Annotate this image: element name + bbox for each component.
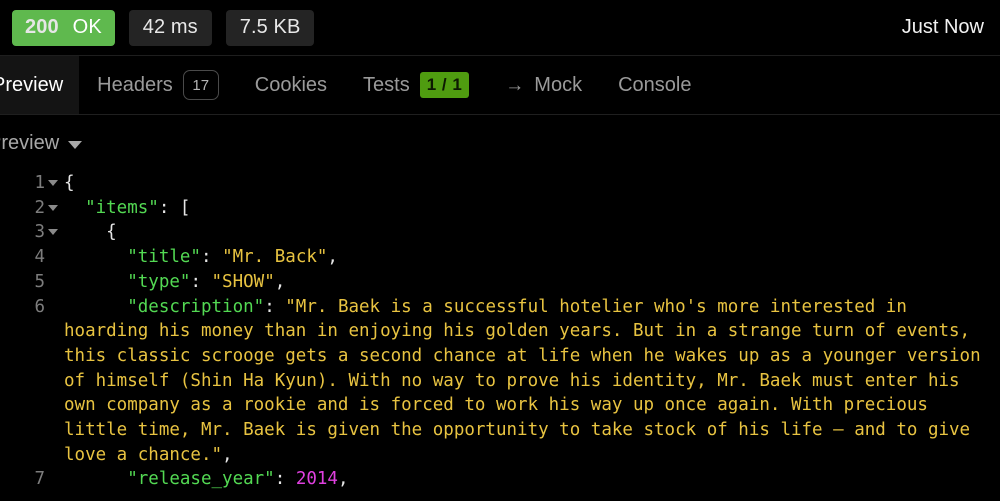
line-number-value: 5 [34,271,45,292]
json-preview-body[interactable]: 1{2 "items": [3 {4 "title": "Mr. Back", 5… [0,171,1000,501]
tab-tests-label: Tests [363,73,410,96]
tab-headers-label: Headers [97,73,173,96]
line-number-value: 6 [34,296,45,317]
tab-headers[interactable]: Headers 17 [79,56,237,114]
preview-mode-label: Preview [0,131,60,154]
code-line-content: "release_year": 2014, [64,467,1000,492]
line-number: 5 [0,270,64,295]
response-timestamp: Just Now [901,16,984,38]
code-token: "title" [127,247,201,268]
tab-preview-label: Preview [0,73,64,96]
tab-cookies-label: Cookies [254,73,328,96]
headers-count-badge: 17 [182,70,219,100]
code-line: 7 "release_year": 2014, [0,467,1000,492]
code-token: : [190,271,212,292]
tab-cookies[interactable]: Cookies [237,56,345,114]
code-token: , [337,469,349,490]
code-token: "Mr. Baek is a successful hotelier who's… [64,296,992,465]
tests-passed-badge: 1 / 1 [419,72,470,98]
tab-mock-label: Mock [534,73,583,96]
code-token: "description" [127,296,265,317]
response-size-badge: 7.5 KB [225,9,315,46]
status-code-text: OK [72,16,102,38]
response-status-bar: 200 OK 42 ms 7.5 KB Just Now [0,0,1000,56]
fold-triangle-icon[interactable] [48,204,58,211]
code-line-content: "items": [ [64,196,1000,221]
code-line: 4 "title": "Mr. Back", [0,245,1000,270]
code-line-content: { [64,171,1000,196]
code-line: 1{ [0,171,1000,196]
tab-tests[interactable]: Tests 1 / 1 [345,56,487,114]
code-token: "release_year" [127,469,275,490]
chevron-down-icon [68,140,83,149]
code-token: { [64,173,75,193]
tab-mock[interactable]: → Mock [487,56,600,114]
code-token: "SHOW" [211,271,275,292]
response-tab-strip: Preview Headers 17 Cookies Tests 1 / 1 →… [0,56,1000,115]
line-number: 7 [0,467,64,492]
status-code-badge: 200 OK [12,9,115,46]
preview-toolbar: Preview [0,115,1000,171]
fold-triangle-icon[interactable] [48,229,58,236]
code-line: 5 "type": "SHOW", [0,270,1000,295]
code-token: "items" [85,197,159,218]
code-token: { [106,222,117,243]
code-token: : [200,247,223,268]
line-number-value: 1 [34,173,45,193]
code-token: , [327,247,338,268]
tab-console-label: Console [618,73,692,96]
response-time-badge: 42 ms [128,9,212,46]
code-token: 2014 [295,469,338,490]
line-number-value: 3 [34,222,45,243]
code-token: "Mr. Back" [222,247,328,268]
code-token: : [264,296,286,317]
line-number: 6 [0,295,64,320]
code-line: 6 "description": "Mr. Baek is a successf… [0,295,1000,468]
code-token: : [ [158,197,191,218]
code-line-content: "type": "SHOW", [64,270,1000,295]
line-number-value: 2 [34,197,45,218]
line-number: 4 [0,245,64,270]
code-token: : [274,469,296,490]
fold-triangle-icon[interactable] [48,180,58,186]
code-token: , [274,271,286,292]
line-number-value: 7 [34,469,45,490]
code-token: "type" [127,271,191,292]
preview-mode-dropdown[interactable]: Preview [0,131,83,155]
tab-console[interactable]: Console [600,56,709,114]
arrow-right-icon: → [505,74,525,96]
code-line-content: "description": "Mr. Baek is a successful… [64,295,1000,468]
line-number: 1 [0,171,64,196]
line-number: 3 [0,220,64,245]
code-token: , [222,444,233,465]
code-line: 3 { [0,220,1000,245]
status-code-value: 200 [25,16,59,38]
code-line-content: { [64,220,1000,245]
code-line: 2 "items": [ [0,196,1000,221]
line-number: 2 [0,196,64,221]
code-line-content: "title": "Mr. Back", [64,245,1000,270]
tab-preview[interactable]: Preview [0,56,80,114]
line-number-value: 4 [34,247,45,268]
